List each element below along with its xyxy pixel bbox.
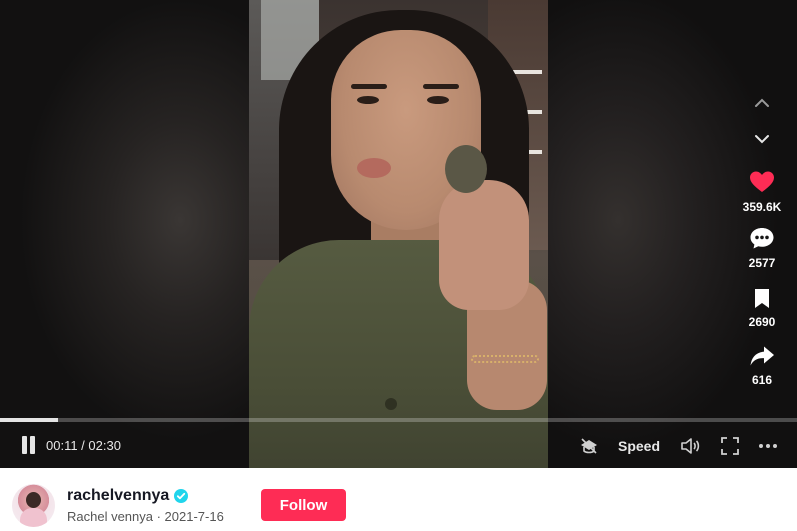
blurred-background-left — [0, 0, 249, 468]
heart-icon — [750, 171, 774, 192]
video-makeup-sponge — [445, 145, 487, 193]
bookmark-button[interactable]: 2690 — [737, 287, 787, 329]
progress-bar[interactable] — [0, 418, 797, 422]
author-bar: rachelvennya Rachel vennya · 2021-7-16 F… — [0, 468, 797, 531]
like-count: 359.6K — [742, 200, 782, 214]
like-button[interactable]: 359.6K — [737, 170, 787, 214]
video-person-hand — [439, 180, 529, 310]
share-button[interactable]: 616 — [737, 345, 787, 387]
speed-button[interactable]: Speed — [618, 438, 660, 454]
video-person-mouth — [357, 158, 391, 178]
fullscreen-icon[interactable] — [719, 435, 741, 457]
progress-fill — [0, 418, 59, 422]
bookmark-icon — [755, 289, 769, 308]
author-subline: Rachel vennya · 2021-7-16 — [67, 509, 224, 524]
chevron-up-icon[interactable] — [751, 92, 773, 114]
more-icon[interactable] — [757, 435, 779, 457]
pause-icon — [22, 436, 27, 454]
verified-icon — [174, 489, 188, 503]
volume-icon[interactable] — [679, 435, 701, 457]
comment-icon — [750, 228, 774, 249]
avatar[interactable] — [12, 484, 55, 527]
chevron-down-icon[interactable] — [751, 128, 773, 150]
comment-button[interactable]: 2577 — [737, 226, 787, 270]
video-player[interactable]: 359.6K 2577 2690 616 00:11 / 02:30 Speed — [0, 0, 797, 468]
video-bracelet — [471, 355, 539, 363]
video-frame[interactable] — [249, 0, 548, 468]
pip-icon[interactable] — [578, 435, 600, 457]
video-shirt-button — [385, 398, 397, 410]
pause-button[interactable] — [20, 436, 36, 454]
share-icon — [750, 346, 774, 366]
comment-count: 2577 — [748, 256, 776, 270]
author-username[interactable]: rachelvennya — [67, 487, 169, 505]
follow-button[interactable]: Follow — [261, 489, 346, 521]
share-count: 616 — [751, 373, 773, 387]
bookmark-count: 2690 — [748, 315, 776, 329]
playback-time: 00:11 / 02:30 — [46, 438, 121, 453]
